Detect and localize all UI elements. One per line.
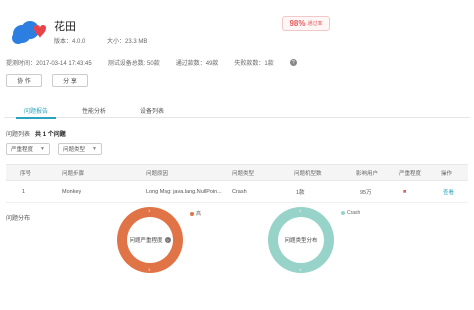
type-donut-chart: 问题类型分布 1 1 [268,207,334,273]
donut-bottom-value: 1 [148,267,151,272]
legend-dot [341,211,345,215]
submit-time: 提测时间：2017-03-14 17:43:45 [6,61,92,67]
app-logo-icon [12,21,46,44]
app-meta: 版本：4.0.0 大小：23.3 MB [54,36,167,45]
tab-issue-report[interactable]: 问题报告 [16,103,56,119]
cell-devices: 1款 [296,189,305,196]
table-row: 1 Monkey Long Msg: java.lang.NullPoin...… [6,181,468,203]
legend-dot [190,211,194,216]
cell-step: Monkey [62,188,82,195]
tab-performance[interactable]: 性能分析 [74,103,114,118]
failed-count: 失败款数：1款 [234,61,274,67]
cell-users: 95万 [360,189,372,196]
cell-index: 1 [22,188,26,195]
type-select[interactable]: 问题类型 ▼ [58,143,102,155]
share-button[interactable]: 分 享 [52,74,88,87]
donut-top-value: 1 [148,208,151,213]
severity-donut-chart: 问题严重程度 ? 1 1 [117,207,183,273]
type-select-value: 问题类型 [63,147,86,153]
header-severity: 严重程度 [399,170,422,177]
severity-select-value: 严重程度 [11,147,34,153]
distribution-title: 问题分布 [6,216,31,222]
tab-device-list[interactable]: 设备列表 [132,103,172,118]
donut-center: 问题严重程度 ? [127,217,173,263]
donut-top-value: 1 [299,208,302,213]
header-type: 问题类型 [232,170,255,177]
app-header: 花田 版本：4.0.0 大小：23.3 MB 98% 通过率 [0,0,474,54]
help-icon[interactable]: ? [289,59,297,66]
cell-type: Crash [232,188,247,195]
donut-center-label: 问题严重程度 [129,238,163,244]
donut-center: 问题类型分布 [278,217,324,263]
header-action: 操作 [441,170,453,177]
app-name: 花田 [54,21,76,33]
severity-legend: 高 [190,210,201,217]
test-info: 提测时间：2017-03-14 17:43:45 测试设备总数: 50款 通过款… [6,58,297,67]
legend-label: 高 [196,211,202,217]
app-size: 大小：23.3 MB [107,39,148,45]
collaborate-button[interactable]: 协 作 [6,74,42,87]
view-link[interactable]: 查看 [443,181,454,202]
issue-list-label: 问题列表 [6,132,31,138]
help-icon[interactable]: ? [164,237,171,243]
severity-select[interactable]: 严重程度 ▼ [6,143,50,155]
header-index: 序号 [20,170,32,177]
chevron-down-icon: ▼ [92,146,97,152]
pass-rate-label: 通过率 [307,21,323,27]
issue-summary: 问题列表 共 1 个问题 [6,129,66,138]
donut-center-label: 问题类型分布 [284,238,318,244]
issue-table: 序号 问题步骤 问题原因 问题类型 问题机型数 影响用户 严重程度 操作 1 M… [6,164,468,203]
device-total: 测试设备总数: 50款 [107,61,160,67]
cell-reason: Long Msg: java.lang.NullPoin... [146,188,222,195]
issue-count: 共 1 个问题 [35,132,66,138]
table-header: 序号 问题步骤 问题原因 问题类型 问题机型数 影响用户 严重程度 操作 [6,164,468,181]
tab-bar: 问题报告 性能分析 设备列表 [4,103,470,119]
donut-bottom-value: 1 [299,267,302,272]
chevron-down-icon: ▼ [40,146,45,152]
type-legend: Crash [341,210,360,216]
header-step: 问题步骤 [62,170,85,177]
header-reason: 问题原因 [146,170,169,177]
pass-rate-value: 98% [289,19,306,28]
legend-label: Crash [347,210,361,216]
header-users: 影响用户 [356,170,379,177]
pass-rate-badge: 98% 通过率 [282,16,330,31]
passed-count: 通过款数：49款 [175,61,219,67]
severity-indicator: ■ [403,188,407,195]
app-version: 版本：4.0.0 [54,39,86,45]
header-devices: 问题机型数 [294,170,322,177]
